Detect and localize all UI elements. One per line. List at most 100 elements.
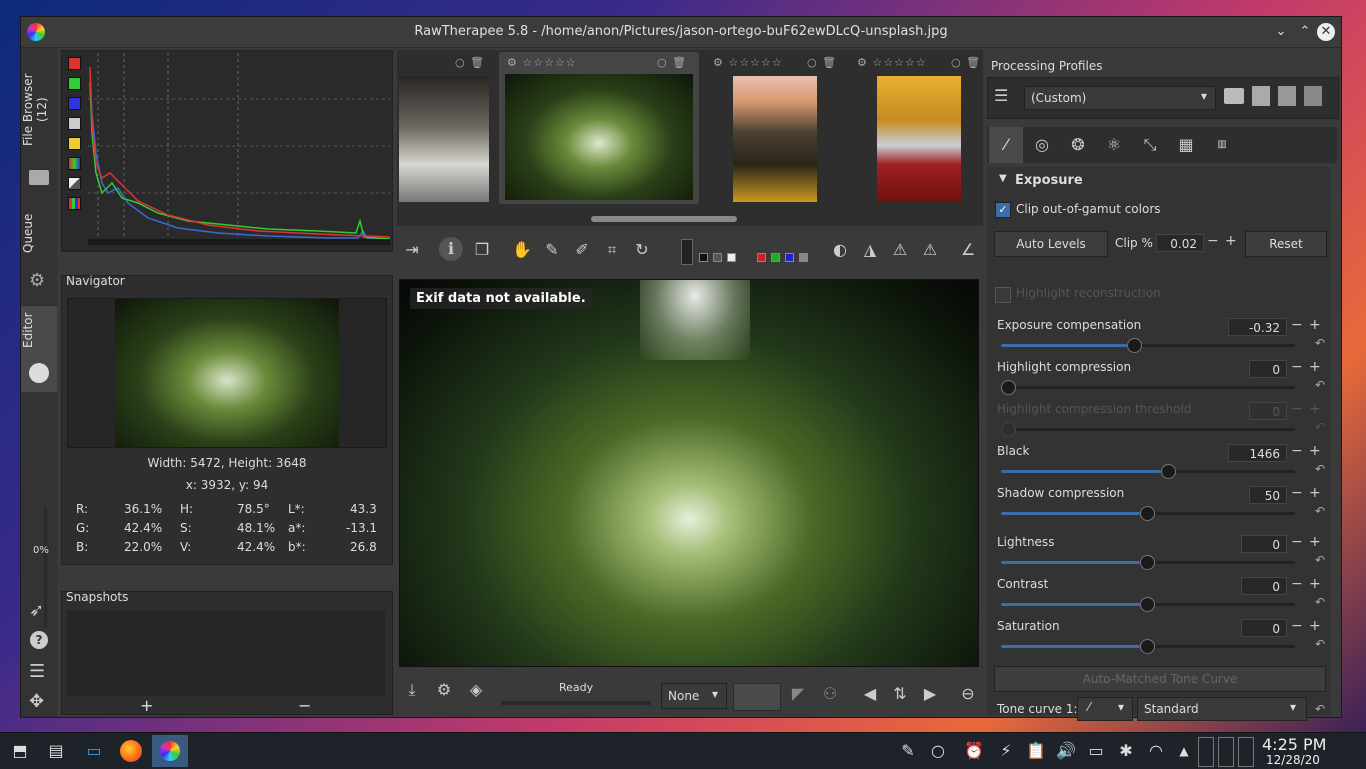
thumb-sunflowers[interactable]: [733, 76, 817, 202]
profile-select[interactable]: (Custom) ▾: [1024, 86, 1216, 110]
alarm-icon[interactable]: ⏰: [962, 739, 986, 763]
maximize-icon[interactable]: ⌃: [1295, 22, 1315, 42]
exposure-compensation-reset-icon[interactable]: ↶: [1315, 336, 1325, 350]
exposure-compensation-value[interactable]: -0.32: [1228, 318, 1287, 336]
rawtherapee-task-active[interactable]: [152, 735, 188, 767]
saturation-reset-icon[interactable]: ↶: [1315, 637, 1325, 651]
blue-channel-toggle[interactable]: [68, 97, 81, 110]
preview-red-icon[interactable]: [757, 253, 766, 262]
clock-date[interactable]: 12/28/20: [1266, 753, 1320, 767]
highlight-compression-reset-icon[interactable]: ↶: [1315, 378, 1325, 392]
thumb-4-rating[interactable]: ⚙ ☆☆☆☆☆: [857, 56, 927, 69]
chroma-toggle[interactable]: [68, 137, 81, 150]
preview-luminance-icon[interactable]: [799, 253, 808, 262]
exposure-compensation-knob[interactable]: [1127, 338, 1142, 353]
saturation-value[interactable]: 0: [1241, 619, 1287, 637]
color-tab-icon[interactable]: ❂: [1065, 132, 1091, 158]
save-icon[interactable]: ⤓: [399, 677, 425, 703]
gears-icon[interactable]: ⚙: [29, 270, 45, 291]
rotate-icon[interactable]: ↻: [629, 237, 655, 263]
exposure-tab-icon[interactable]: ⁄: [989, 127, 1023, 163]
black-reset-icon[interactable]: ↶: [1315, 462, 1325, 476]
file-manager-icon[interactable]: ▭: [82, 739, 106, 763]
open-profile-icon[interactable]: [1224, 88, 1244, 104]
profile-list-icon[interactable]: ☰: [994, 86, 1020, 110]
thumb-2-rating[interactable]: ⚙ ☆☆☆☆☆: [507, 56, 577, 69]
firefox-icon[interactable]: [120, 740, 142, 762]
highlight-compression-threshold-minus[interactable]: −: [1291, 401, 1303, 417]
thumb-autumn[interactable]: [877, 76, 961, 202]
hand-icon[interactable]: ✋: [509, 237, 535, 263]
help-icon[interactable]: ?: [30, 631, 48, 649]
battery-icon[interactable]: ▭: [1084, 739, 1108, 763]
thumb-bamboo-selected[interactable]: ⚙ ☆☆☆☆☆ ○ 🗑: [499, 52, 699, 204]
image-viewer[interactable]: Exif data not available.: [399, 279, 979, 667]
exposure-compensation-plus[interactable]: +: [1309, 317, 1321, 333]
clip-pct-plus[interactable]: +: [1225, 233, 1237, 249]
shadow-compression-minus[interactable]: −: [1291, 485, 1303, 501]
paste-profile-icon[interactable]: [1304, 86, 1322, 106]
meta-tab-icon[interactable]: ▥: [1209, 132, 1235, 158]
preview-green-icon[interactable]: [771, 253, 780, 262]
preview-black-icon[interactable]: [699, 253, 708, 262]
green-channel-toggle[interactable]: [68, 77, 81, 90]
thumb-1-controls[interactable]: ○ 🗑: [455, 56, 485, 69]
wifi-icon[interactable]: ◠: [1144, 739, 1168, 763]
preview-white-icon[interactable]: [727, 253, 736, 262]
prev-image-icon[interactable]: ◀: [857, 681, 883, 707]
clip-pct-field[interactable]: 0.02: [1156, 234, 1204, 252]
rgb-bar-toggle[interactable]: [68, 197, 81, 210]
tray-expand-icon[interactable]: ▲: [1172, 739, 1196, 763]
clipboard-icon[interactable]: 📋: [1024, 739, 1048, 763]
tone-curve-type-select[interactable]: ⁄ ▾: [1077, 697, 1133, 721]
shadow-compression-plus[interactable]: +: [1309, 485, 1321, 501]
white-balance-picker-icon[interactable]: ✎: [539, 237, 565, 263]
black-knob[interactable]: [1161, 464, 1176, 479]
crop-icon[interactable]: ⌗: [599, 237, 625, 263]
kdeconnect-icon[interactable]: ⚡: [994, 739, 1018, 763]
tab-queue[interactable]: Queue: [21, 208, 57, 258]
highlight-compression-minus[interactable]: −: [1291, 359, 1303, 375]
lightness-plus[interactable]: +: [1309, 534, 1321, 550]
black-plus[interactable]: +: [1309, 443, 1321, 459]
thumb-3-controls[interactable]: ○ 🗑: [807, 56, 837, 69]
aperture-icon[interactable]: [29, 363, 49, 383]
highlight-compression-threshold-reset-icon[interactable]: ↶: [1315, 420, 1325, 434]
transform-tab-icon[interactable]: ⤡: [1137, 132, 1163, 158]
task-manager-icon[interactable]: ▤: [44, 739, 68, 763]
saturation-knob[interactable]: [1140, 639, 1155, 654]
sync-icon[interactable]: ⇅: [887, 681, 913, 707]
shadow-warning-icon[interactable]: ⚠: [917, 237, 943, 263]
clock-time[interactable]: 4:25 PM: [1262, 735, 1326, 754]
auto-matched-tone-curve-button[interactable]: Auto-Matched Tone Curve: [994, 666, 1326, 692]
send-editor-icon[interactable]: ➶: [29, 600, 44, 621]
shadow-compression-knob[interactable]: [1140, 506, 1155, 521]
raw-tab-icon[interactable]: ▦: [1173, 132, 1199, 158]
lightness-knob[interactable]: [1140, 555, 1155, 570]
curve-icon[interactable]: ∠: [955, 237, 981, 263]
focus-mask-icon[interactable]: ◐: [827, 237, 853, 263]
before-after-icon[interactable]: ❐: [469, 237, 495, 263]
chevron-down-icon[interactable]: ▼: [999, 173, 1007, 184]
chevron-down-icon[interactable]: ⌄: [1271, 22, 1291, 42]
highlight-compression-track[interactable]: [1001, 386, 1295, 389]
red-channel-toggle[interactable]: [68, 57, 81, 70]
contrast-plus[interactable]: +: [1309, 576, 1321, 592]
add-snapshot-button[interactable]: +: [140, 696, 153, 715]
desktop-pager-1[interactable]: [1198, 737, 1214, 767]
circle-icon[interactable]: ○: [926, 739, 950, 763]
save-profile-icon[interactable]: [1252, 86, 1270, 106]
tone-curve-mode-select[interactable]: Standard ▾: [1137, 697, 1307, 721]
reset-button[interactable]: Reset: [1245, 231, 1327, 257]
zoom-out-icon[interactable]: ⊖: [955, 681, 981, 707]
hide-panels-icon[interactable]: ⇥: [399, 237, 425, 263]
desktop-pager-3[interactable]: [1238, 737, 1254, 767]
next-image-icon[interactable]: ▶: [917, 681, 943, 707]
highlight-compression-knob[interactable]: [1001, 380, 1016, 395]
saturation-plus[interactable]: +: [1309, 618, 1321, 634]
contrast-value[interactable]: 0: [1241, 577, 1287, 595]
contrast-minus[interactable]: −: [1291, 576, 1303, 592]
contrast-reset-icon[interactable]: ↶: [1315, 595, 1325, 609]
shadow-compression-reset-icon[interactable]: ↶: [1315, 504, 1325, 518]
pen-icon[interactable]: ✎: [896, 739, 920, 763]
